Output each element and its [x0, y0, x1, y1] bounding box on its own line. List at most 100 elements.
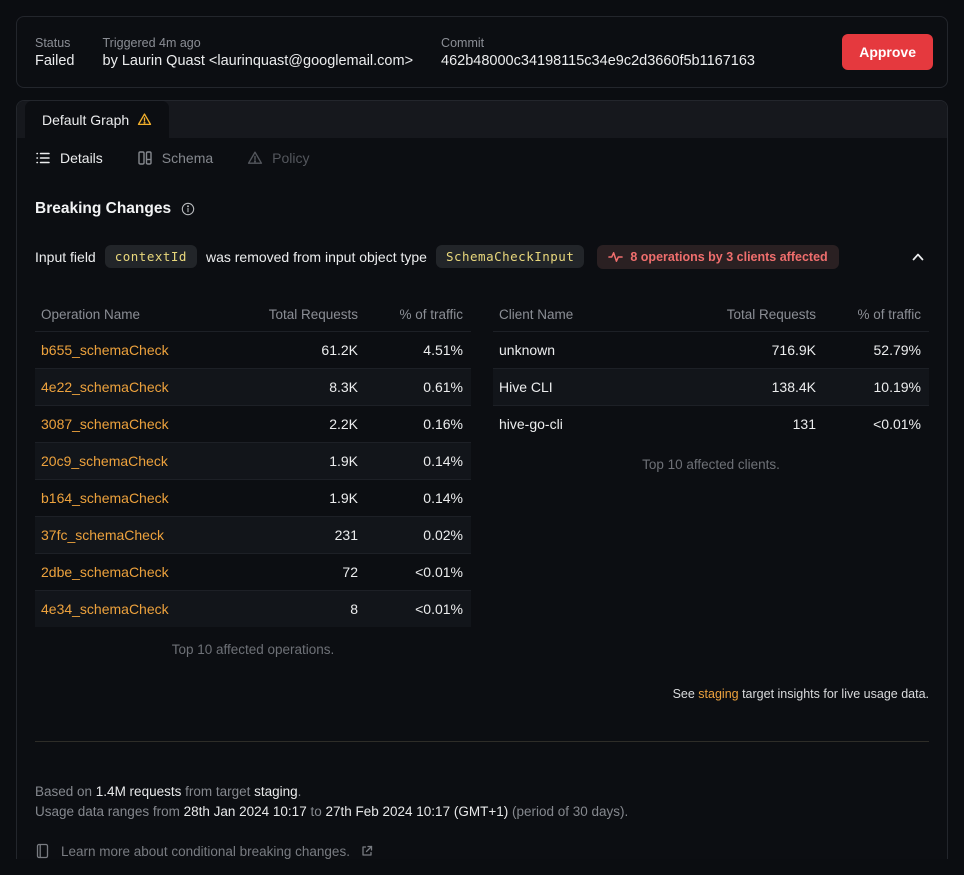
- table-row: 20c9_schemaCheck1.9K0.14%: [35, 442, 471, 479]
- table-row: 4e34_schemaCheck8<0.01%: [35, 590, 471, 627]
- traffic-percent-value: 0.14%: [358, 490, 463, 506]
- date-to: 27th Feb 2024 10:17 (GMT+1): [325, 804, 508, 819]
- operation-name-link[interactable]: 37fc_schemaCheck: [41, 527, 243, 543]
- operation-name-link[interactable]: 4e34_schemaCheck: [41, 601, 243, 617]
- operation-name-link[interactable]: 20c9_schemaCheck: [41, 453, 243, 469]
- traffic-percent-value: <0.01%: [816, 416, 921, 432]
- operations-caption: Top 10 affected operations.: [35, 642, 471, 657]
- total-requests-value: 8: [243, 601, 358, 617]
- table-row: 3087_schemaCheck2.2K0.16%: [35, 405, 471, 442]
- traffic-percent-value: 0.14%: [358, 453, 463, 469]
- table-row: hive-go-cli131<0.01%: [493, 405, 929, 442]
- col-operation-name: Operation Name: [41, 307, 243, 322]
- col-total-requests: Total Requests: [243, 307, 358, 322]
- page: Status Failed Triggered 4m ago by Laurin…: [0, 0, 964, 875]
- client-name: Hive CLI: [499, 379, 701, 395]
- based-on-line: Based on 1.4M requests from target stagi…: [35, 782, 929, 802]
- tab-details-label: Details: [60, 150, 103, 166]
- date-from: 28th Jan 2024 10:17: [184, 804, 307, 819]
- tab-policy[interactable]: Policy: [247, 150, 309, 166]
- staging-target-link[interactable]: staging: [698, 687, 738, 701]
- total-requests-value: 2.2K: [243, 416, 358, 432]
- check-header-card: Status Failed Triggered 4m ago by Laurin…: [16, 16, 948, 88]
- affected-badge-label: 8 operations by 3 clients affected: [630, 250, 827, 264]
- clients-caption: Top 10 affected clients.: [493, 457, 929, 472]
- affected-operations-badge[interactable]: 8 operations by 3 clients affected: [597, 245, 838, 269]
- traffic-percent-value: 52.79%: [816, 342, 921, 358]
- tab-default-graph[interactable]: Default Graph: [25, 101, 169, 138]
- total-requests-value: 138.4K: [701, 379, 816, 395]
- triggered-author: by Laurin Quast <laurinquast@googlemail.…: [103, 53, 414, 69]
- warning-icon: [137, 112, 152, 127]
- operations-table-header: Operation Name Total Requests % of traff…: [35, 299, 471, 331]
- request-count: 1.4M requests: [96, 784, 182, 799]
- clients-table-header: Client Name Total Requests % of traffic: [493, 299, 929, 331]
- info-icon[interactable]: [181, 202, 195, 216]
- total-requests-value: 72: [243, 564, 358, 580]
- traffic-percent-value: 0.16%: [358, 416, 463, 432]
- based-suffix: .: [298, 784, 302, 799]
- status-label: Status: [35, 36, 75, 50]
- total-requests-value: 1.9K: [243, 453, 358, 469]
- commit-hash: 462b48000c34198115c34e9c2d3660f5b1167163: [441, 53, 755, 69]
- total-requests-value: 131: [701, 416, 816, 432]
- details-content: Breaking Changes Input field contextId w…: [17, 178, 947, 860]
- breaking-changes-title: Breaking Changes: [35, 200, 171, 218]
- total-requests-value: 1.9K: [243, 490, 358, 506]
- col-traffic: % of traffic: [816, 307, 921, 322]
- change-text-middle: was removed from input object type: [206, 249, 427, 265]
- operations-table: Operation Name Total Requests % of traff…: [35, 299, 471, 657]
- graph-tab-label: Default Graph: [42, 112, 129, 128]
- usage-footer: Based on 1.4M requests from target stagi…: [35, 782, 929, 823]
- change-text-prefix: Input field: [35, 249, 96, 265]
- status-block: Status Failed: [35, 36, 75, 69]
- tab-schema-label: Schema: [162, 150, 213, 166]
- collapse-chevron-button[interactable]: [907, 247, 929, 267]
- clients-table: Client Name Total Requests % of traffic …: [493, 299, 929, 472]
- pulse-icon: [608, 251, 623, 263]
- approve-button[interactable]: Approve: [842, 34, 933, 70]
- col-traffic: % of traffic: [358, 307, 463, 322]
- tab-schema[interactable]: Schema: [137, 150, 213, 166]
- warning-triangle-icon: [247, 150, 263, 166]
- ranges-prefix: Usage data ranges from: [35, 804, 184, 819]
- total-requests-value: 61.2K: [243, 342, 358, 358]
- table-row: unknown716.9K52.79%: [493, 331, 929, 368]
- commit-block: Commit 462b48000c34198115c34e9c2d3660f5b…: [441, 36, 755, 69]
- learn-more-label: Learn more about conditional breaking ch…: [61, 844, 350, 859]
- insights-note-suffix: target insights for live usage data.: [739, 687, 929, 701]
- breaking-change-row: Input field contextId was removed from i…: [35, 245, 929, 269]
- list-icon: [35, 150, 51, 166]
- traffic-percent-value: 10.19%: [816, 379, 921, 395]
- table-row: 37fc_schemaCheck2310.02%: [35, 516, 471, 553]
- book-icon: [35, 843, 50, 859]
- total-requests-value: 716.9K: [701, 342, 816, 358]
- operation-name-link[interactable]: 4e22_schemaCheck: [41, 379, 243, 395]
- date-range-line: Usage data ranges from 28th Jan 2024 10:…: [35, 802, 929, 822]
- ranges-suffix: (period of 30 days).: [508, 804, 628, 819]
- to-word: to: [307, 804, 326, 819]
- footer-divider: [35, 741, 929, 742]
- tab-policy-label: Policy: [272, 150, 309, 166]
- triggered-block: Triggered 4m ago by Laurin Quast <laurin…: [103, 36, 414, 69]
- total-requests-value: 231: [243, 527, 358, 543]
- traffic-percent-value: 0.61%: [358, 379, 463, 395]
- operation-name-link[interactable]: b164_schemaCheck: [41, 490, 243, 506]
- type-code-chip: SchemaCheckInput: [436, 245, 584, 268]
- tab-details[interactable]: Details: [35, 150, 103, 166]
- operation-name-link[interactable]: 2dbe_schemaCheck: [41, 564, 243, 580]
- table-row: b655_schemaCheck61.2K4.51%: [35, 331, 471, 368]
- operation-name-link[interactable]: 3087_schemaCheck: [41, 416, 243, 432]
- learn-more-link[interactable]: Learn more about conditional breaking ch…: [35, 843, 929, 859]
- total-requests-value: 8.3K: [243, 379, 358, 395]
- client-name: hive-go-cli: [499, 416, 701, 432]
- from-target-text: from target: [181, 784, 254, 799]
- col-client-name: Client Name: [499, 307, 701, 322]
- graph-tab-strip: Default Graph: [17, 101, 947, 138]
- client-name: unknown: [499, 342, 701, 358]
- check-details-card: Default Graph Details: [16, 100, 948, 859]
- triggered-label: Triggered 4m ago: [103, 36, 414, 50]
- field-code-chip: contextId: [105, 245, 197, 268]
- insights-note: See staging target insights for live usa…: [35, 687, 929, 701]
- operation-name-link[interactable]: b655_schemaCheck: [41, 342, 243, 358]
